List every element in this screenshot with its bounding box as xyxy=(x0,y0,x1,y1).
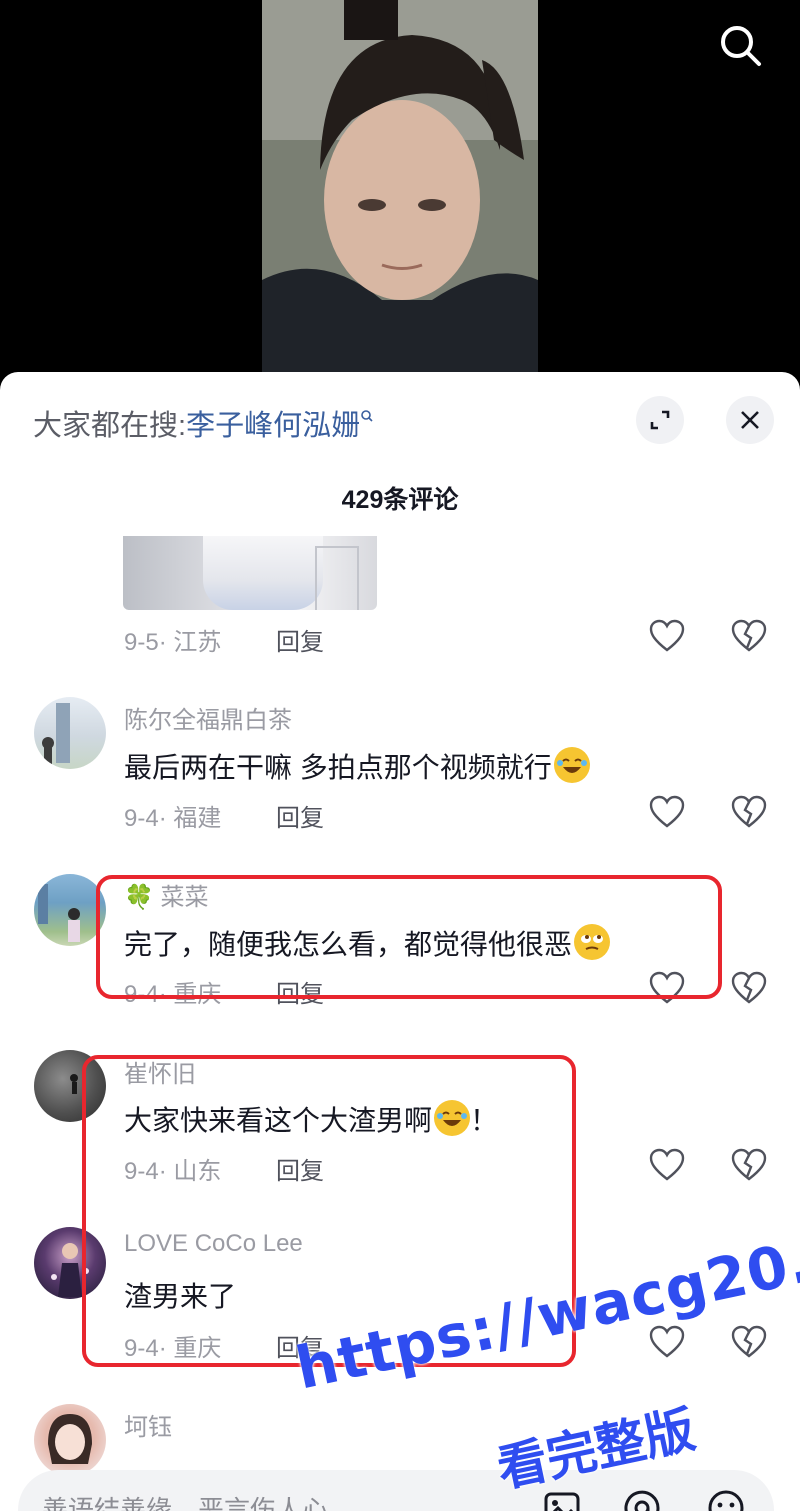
comment-text-body: 最后两在干嘛 多拍点那个视频就行 xyxy=(124,752,552,783)
image-panel xyxy=(315,546,359,610)
comment-text-body: 完了，随便我怎么看，都觉得他很恶 xyxy=(124,929,573,960)
comment-meta: 9-4· 重庆 xyxy=(124,1328,221,1363)
comment-date: 9-5 xyxy=(124,629,159,656)
dislike-button[interactable] xyxy=(730,970,768,1006)
video-thumbnail xyxy=(262,0,538,385)
video-player[interactable] xyxy=(0,0,800,385)
broken-heart-icon xyxy=(731,795,767,828)
like-button[interactable] xyxy=(648,618,686,654)
avatar-image xyxy=(42,703,70,767)
comment-sheet: 大家都在搜:李子峰何泓姗 429条评论 9-5· 江苏 回复 陈尔全福鼎白茶 最… xyxy=(0,372,800,1511)
small-search-icon xyxy=(361,410,373,422)
avatar[interactable] xyxy=(34,874,106,946)
comment-text: 完了，随便我怎么看，都觉得他很恶 xyxy=(124,923,611,963)
avatar-image xyxy=(48,1414,92,1464)
reply-button[interactable]: 回复 xyxy=(276,1151,324,1186)
eye-roll-emoji-icon xyxy=(574,924,611,960)
laugh-cry-emoji-icon xyxy=(434,1100,471,1136)
comment-location: · 福建 xyxy=(158,805,222,832)
expand-icon xyxy=(650,410,670,430)
comment-location: · 山东 xyxy=(158,1158,222,1185)
close-button[interactable] xyxy=(726,396,774,444)
comment-username[interactable]: 崔怀旧 xyxy=(124,1054,196,1089)
comment-meta: 9-4· 重庆 xyxy=(124,974,221,1009)
comment-username[interactable]: 陈尔全福鼎白茶 xyxy=(124,700,292,735)
mention-button[interactable] xyxy=(620,1486,664,1511)
comment-date: 9-4 xyxy=(124,1158,159,1185)
image-icon xyxy=(544,1492,580,1511)
hot-search-keyword[interactable]: 李子峰何泓姗 xyxy=(186,410,360,442)
avatar[interactable] xyxy=(34,1227,106,1299)
avatar[interactable] xyxy=(34,697,106,769)
expand-button[interactable] xyxy=(636,396,684,444)
avatar-image xyxy=(38,884,80,942)
comment-location: · 江苏 xyxy=(158,629,222,656)
dislike-button[interactable] xyxy=(730,794,768,830)
dislike-button[interactable] xyxy=(730,618,768,654)
comment-username[interactable]: LOVE CoCo Lee xyxy=(124,1230,303,1258)
comment-meta: 9-4· 福建 xyxy=(124,798,221,833)
at-icon xyxy=(624,1490,660,1511)
comment-image[interactable] xyxy=(123,536,377,610)
reply-button[interactable]: 回复 xyxy=(276,622,324,657)
hot-search-bar[interactable]: 大家都在搜:李子峰何泓姗 xyxy=(33,402,374,444)
avatar[interactable] xyxy=(34,1050,106,1122)
avatar-image xyxy=(51,1243,89,1297)
broken-heart-icon xyxy=(731,1325,767,1358)
broken-heart-icon xyxy=(731,971,767,1004)
comment-date: 9-4 xyxy=(124,805,159,832)
reply-button[interactable]: 回复 xyxy=(276,798,324,833)
emoji-button[interactable] xyxy=(704,1486,748,1511)
comment-date: 9-4 xyxy=(124,1335,159,1362)
image-button[interactable] xyxy=(540,1486,584,1511)
like-button[interactable] xyxy=(648,970,686,1006)
avatar[interactable] xyxy=(34,1404,106,1476)
hot-search-label: 大家都在搜: xyxy=(33,410,187,442)
close-icon xyxy=(741,411,759,429)
broken-heart-icon xyxy=(731,619,767,652)
reply-button[interactable]: 回复 xyxy=(276,974,324,1009)
dislike-button[interactable] xyxy=(730,1324,768,1360)
heart-icon xyxy=(649,1325,685,1358)
reply-button[interactable]: 回复 xyxy=(276,1328,324,1363)
heart-icon xyxy=(649,971,685,1004)
comment-date: 9-4 xyxy=(124,981,159,1008)
like-button[interactable] xyxy=(648,1324,686,1360)
heart-icon xyxy=(649,795,685,828)
comment-text: 渣男来了 xyxy=(124,1281,237,1312)
comment-location: · 重庆 xyxy=(158,1335,222,1362)
comment-input[interactable]: 善语结善缘，恶言伤人心 xyxy=(42,1490,328,1511)
laugh-cry-emoji-icon xyxy=(553,747,590,783)
comment-input-bar[interactable]: 善语结善缘，恶言伤人心 xyxy=(18,1470,774,1511)
like-button[interactable] xyxy=(648,794,686,830)
broken-heart-icon xyxy=(731,1148,767,1181)
comment-count: 429条评论 xyxy=(341,486,459,514)
comment-text-suffix: ！ xyxy=(470,1105,499,1136)
comment-text-body: 大家快来看这个大渣男啊 xyxy=(124,1105,433,1136)
search-button[interactable] xyxy=(712,18,768,74)
comment-location: · 重庆 xyxy=(158,981,222,1008)
search-icon xyxy=(721,26,761,66)
video-frame xyxy=(262,0,538,385)
heart-icon xyxy=(649,1148,685,1181)
comment-username[interactable]: 🍀 菜菜 xyxy=(124,877,209,912)
heart-icon xyxy=(649,619,685,652)
emoji-icon xyxy=(708,1490,744,1511)
comment-text: 最后两在干嘛 多拍点那个视频就行 xyxy=(124,746,590,786)
comment-username[interactable]: 坷钰 xyxy=(124,1407,172,1442)
image-figure xyxy=(203,536,323,610)
like-button[interactable] xyxy=(648,1147,686,1183)
comment-text: 大家快来看这个大渣男啊 ！ xyxy=(124,1099,498,1139)
comment-meta: 9-5· 江苏 xyxy=(124,622,221,657)
avatar-image xyxy=(70,1074,78,1094)
comment-meta: 9-4· 山东 xyxy=(124,1151,221,1186)
dislike-button[interactable] xyxy=(730,1147,768,1183)
